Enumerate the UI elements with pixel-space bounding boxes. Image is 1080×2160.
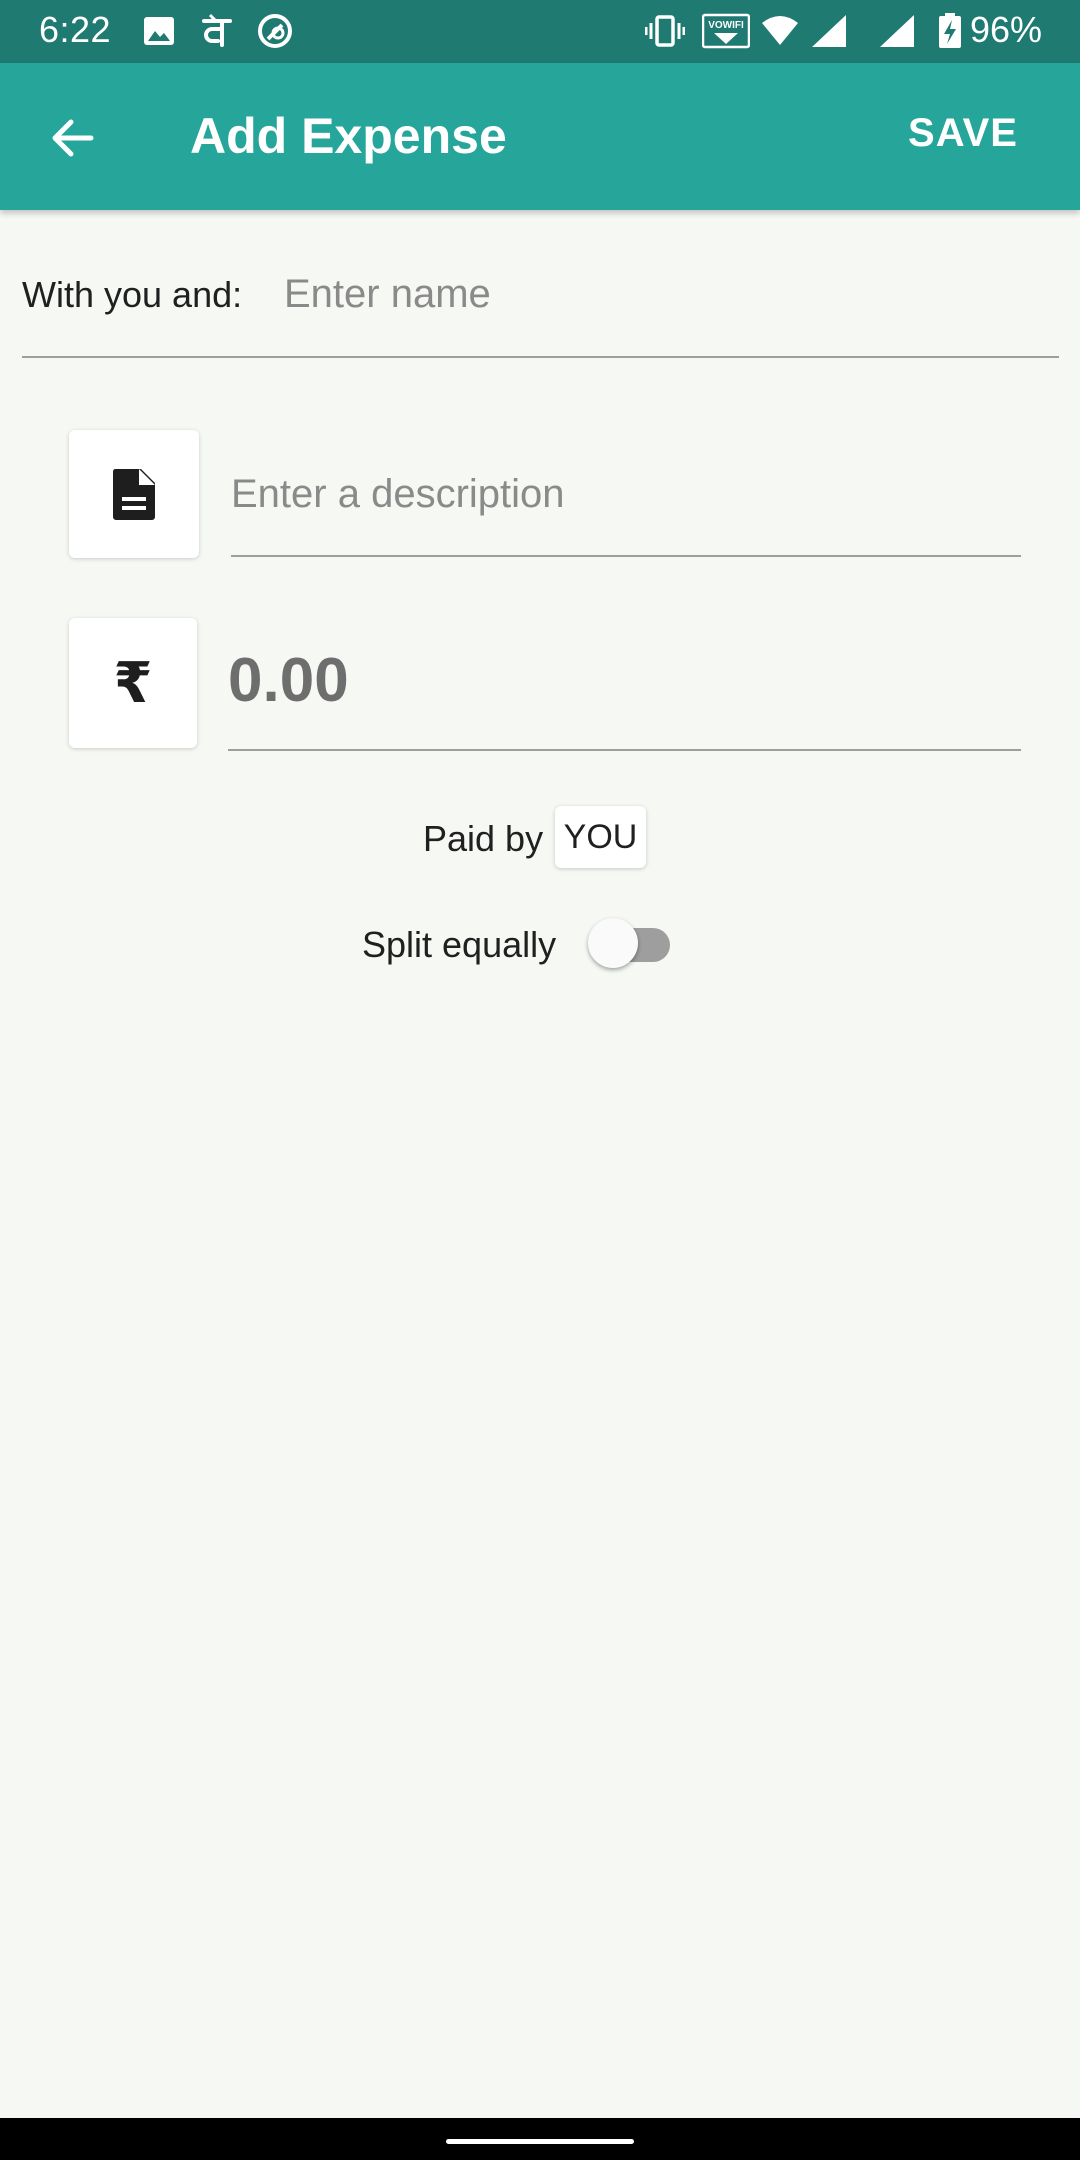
description-input[interactable] [231,462,1021,526]
signal-icon [812,15,846,47]
phonepe-icon [202,13,232,47]
gallery-icon [144,17,174,45]
paid-by-label: Paid by [423,818,544,859]
payer-selector-button[interactable]: YOU [555,806,646,868]
vowifi-icon: VOWIFI [702,13,750,49]
description-underline [231,555,1021,557]
battery-charging-icon [939,13,961,48]
with-you-label: With you and: [22,274,243,315]
page-title: Add Expense [190,108,507,164]
home-gesture-handle[interactable] [446,2139,634,2144]
name-divider [22,356,1059,358]
status-time: 6:22 [39,9,112,50]
toggle-thumb [588,918,638,968]
back-button[interactable] [38,103,108,173]
split-equally-toggle[interactable] [586,915,686,971]
battery-percent: 96% [969,9,1042,50]
app-bar: Add Expense SAVE [0,63,1080,210]
sync-icon [258,14,292,48]
vowifi-label: VOWIFI [708,20,744,31]
amount-input[interactable] [228,640,1018,720]
status-bar: 6:22 VOWIFI 96% [0,0,1080,63]
document-icon [112,469,155,520]
split-equally-label: Split equally [362,924,557,965]
vibrate-icon [645,15,685,47]
system-nav-bar [0,2118,1080,2160]
wifi-icon [762,16,798,45]
name-input[interactable] [284,264,1044,324]
arrow-back-icon [52,119,94,157]
save-button[interactable]: SAVE [908,111,1018,156]
rupee-icon: ₹ [113,650,153,716]
add-expense-screen: 6:22 VOWIFI 96% Add Expense SAVE With yo… [0,0,1080,2160]
amount-underline [228,749,1021,751]
signal-icon-2 [880,15,914,47]
currency-icon-card[interactable]: ₹ [69,618,197,748]
description-icon-card[interactable] [69,430,199,558]
